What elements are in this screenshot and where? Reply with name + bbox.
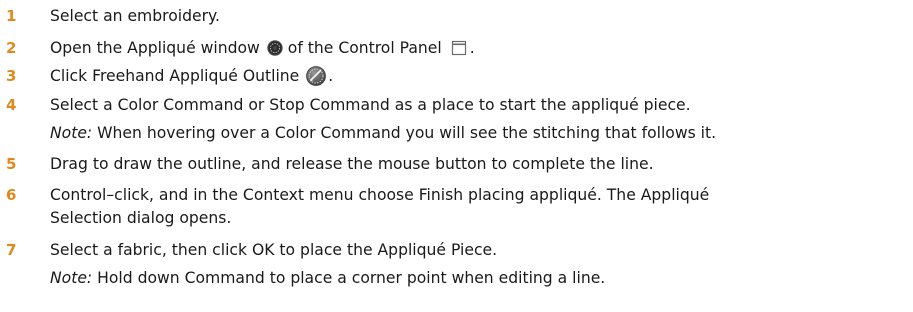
step-text-part: . [469,39,475,57]
step-text-part: Open the Appliqué window [50,39,260,57]
step-number: 5 [6,155,17,173]
step-number: 4 [6,96,17,114]
note-text: Note: Hold down Command to place a corne… [50,266,605,290]
step-text: Select a fabric, then click OK to place … [50,241,498,259]
note-label: Note: [50,124,93,142]
step-text-part: Click Freehand Appliqué Outline [50,67,300,85]
step-number: 6 [6,186,17,204]
control-panel-icon [450,39,468,57]
step-number: 2 [6,39,17,57]
applique-window-icon [266,39,284,57]
step-text: Drag to draw the outline, and release th… [50,155,654,173]
note-body: When hovering over a Color Command you w… [92,124,717,142]
step-text-part: of the Control Panel [287,39,442,57]
freehand-applique-outline-icon [305,65,327,87]
step-number: 3 [6,67,17,85]
step-text: Open the Appliqué window of the Control … [50,36,475,60]
note-label: Note: [50,269,93,287]
note-body: Hold down Command to place a corner poin… [92,269,606,287]
step-text: Selection dialog opens. [50,209,232,227]
step-text: Click Freehand Appliqué Outline . [50,64,333,88]
step-text: Select an embroidery. [50,7,220,25]
step-text-part: . [328,67,334,85]
step-number: 7 [6,241,17,259]
step-number: 1 [6,7,17,25]
step-text: Control–click, and in the Context menu c… [50,186,710,204]
step-text: Select a Color Command or Stop Command a… [50,96,691,114]
note-text: Note: When hovering over a Color Command… [50,121,716,145]
